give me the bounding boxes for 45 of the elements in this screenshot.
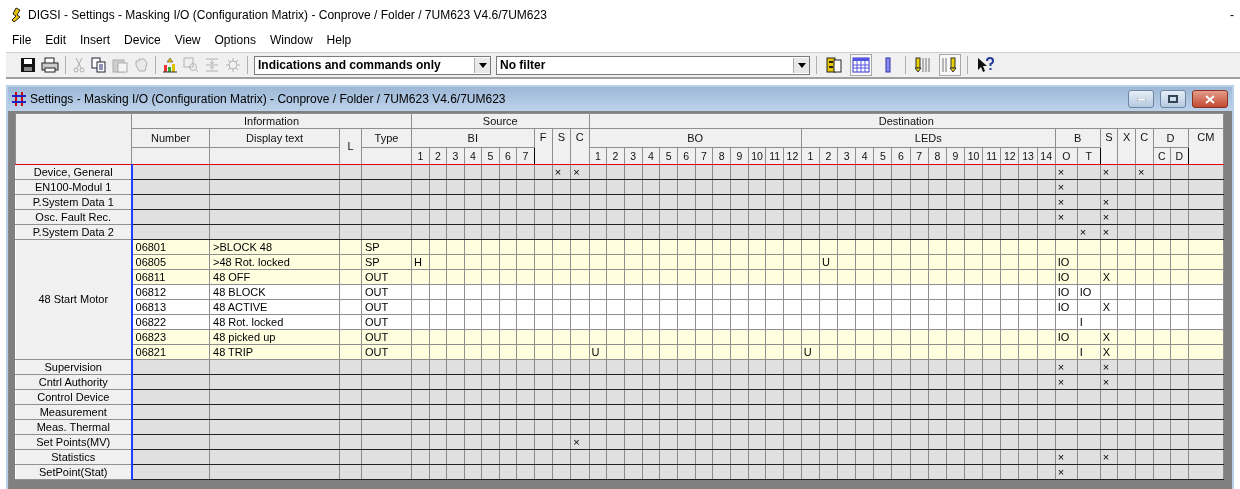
app-logo-icon <box>10 7 22 23</box>
bar-chart-icon[interactable] <box>162 57 178 73</box>
maximize-button[interactable] <box>1160 90 1186 108</box>
column-group-header: Destination <box>589 113 1224 129</box>
view-dropdown[interactable]: Indications and commands only <box>254 55 491 75</box>
caret-icon <box>797 62 806 68</box>
table-cell[interactable]: × <box>1100 374 1118 390</box>
filter-dropdown[interactable]: No filter <box>496 55 810 75</box>
column-header[interactable]: L <box>339 128 362 165</box>
table-cell[interactable]: × <box>1135 164 1153 180</box>
menu-item[interactable]: Device <box>124 33 161 47</box>
column-header: CM <box>1188 128 1224 165</box>
device-icon[interactable] <box>823 54 845 76</box>
menu-item[interactable]: File <box>12 33 32 47</box>
menu-item[interactable]: Help <box>326 33 352 47</box>
table-cell[interactable]: × <box>1100 224 1118 240</box>
copy-icon[interactable] <box>91 57 107 73</box>
menu-item[interactable]: Options <box>214 33 256 47</box>
table-cell[interactable]: X <box>1100 344 1118 360</box>
column-group-header: Information <box>131 113 412 129</box>
table-cell[interactable]: × <box>1100 194 1118 210</box>
caret-icon <box>478 62 487 68</box>
print-icon[interactable] <box>41 57 59 73</box>
minimize-button[interactable]: - <box>1230 8 1240 22</box>
menu-item[interactable]: Insert <box>80 33 111 47</box>
arrows-icon[interactable] <box>939 54 961 76</box>
menu-item[interactable]: Window <box>269 33 313 47</box>
menu-item[interactable]: Edit <box>45 33 67 47</box>
table-cell[interactable]: × <box>1100 164 1118 180</box>
minimize-icon <box>1136 97 1146 101</box>
minimize-button[interactable] <box>1128 90 1154 108</box>
save-icon[interactable] <box>20 57 36 73</box>
table-cell[interactable]: × <box>552 164 571 180</box>
table-cell[interactable]: U <box>819 254 838 270</box>
group-label[interactable]: 48 Start Motor <box>15 239 132 360</box>
column-group-header: Source <box>411 113 589 129</box>
close-icon <box>1205 94 1215 104</box>
grid-icon <box>12 92 26 106</box>
table-cell[interactable]: U <box>589 344 607 360</box>
menu-item[interactable]: View <box>174 33 201 47</box>
window-title: DIGSI - Settings - Masking I/O (Configuration Matrix) - Conprove / Folder / 7UM623 V4.6/7UM623 <box>28 8 547 22</box>
document-window-title: Settings - Masking I/O (Configuration Matrix) - Conprove / Folder / 7UM623 V4.6/7UM623 <box>30 92 506 106</box>
restore-icon <box>1168 95 1178 103</box>
grid-icon[interactable] <box>850 54 872 76</box>
close-button[interactable] <box>1192 90 1228 108</box>
